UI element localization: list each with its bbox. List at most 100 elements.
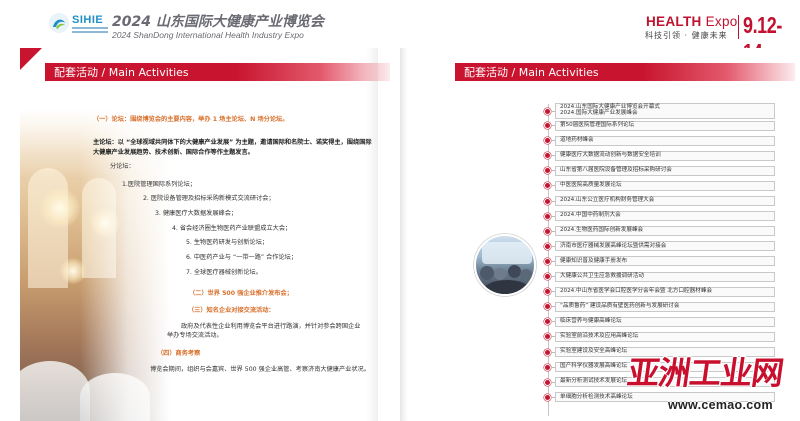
section-2-heading: （二）世界 500 强企业推介发布会； (189, 290, 293, 297)
timeline-item-box: 2024.生物医药国际创新发展峰会 (555, 226, 775, 237)
timeline-item-box: “品质鲁药” 建设品质有壁医药创新与发展研讨会 (555, 301, 775, 312)
timeline-item-label: 2024.国际大健康产业发展峰会 (560, 110, 638, 116)
timeline-item: 临床营养与健康高峰论坛 (544, 316, 775, 327)
timeline-dot-icon (544, 197, 551, 205)
timeline-item-box: 健康知识普及健康手册发布 (555, 256, 775, 267)
watermark-cn: 亚洲工业网 (625, 354, 786, 392)
section-title-right: 配套活动 / Main Activities (464, 66, 599, 79)
timeline-dot-icon (544, 318, 551, 326)
section-4-heading: （四）商务考察 (157, 350, 201, 357)
sub-forum-item: 1.医院管理国际系列论坛； (122, 181, 196, 188)
timeline-dot-icon (544, 167, 551, 175)
timeline-item-label: 济南市医疗器械发展高峰论坛暨供需对接会 (560, 242, 667, 249)
timeline-item-label: 实验室建设及安全高峰论坛 (560, 348, 628, 355)
timeline-item: “品质鲁药” 建设品质有壁医药创新与发展研讨会 (544, 301, 775, 312)
timeline-item: 2024.中山东省医学会口腔医学分会年会暨 北方口腔器材峰会 (544, 286, 775, 297)
main-forum-line1: 主论坛：以 “全球视域共同体下的大健康产业发展” 为主题，邀请国际和名院士、诺奖… (93, 139, 372, 146)
timeline-item: 2024.山东公立医疗机构财务管理大会 (544, 196, 775, 206)
section-title-left: 配套活动 / Main Activities (54, 66, 189, 79)
timeline-item-label: 中医医院高质量发展论坛 (560, 182, 622, 189)
timeline-item: 济南市医疗器械发展高峰论坛暨供需对接会 (544, 241, 775, 252)
sihie-logo-icon (49, 13, 69, 33)
timeline-item-label: “品质鲁药” 建设品质有壁医药创新与发展研讨会 (560, 302, 680, 309)
timeline-dot-icon (544, 212, 551, 220)
section-3-heading: （三）知名企业对接交流活动： (188, 307, 275, 314)
timeline-dot-icon (544, 303, 551, 311)
timeline-item: 健康医疗大数据流动创新与数据安全培训 (544, 150, 775, 161)
sub-forum-item: 5. 生物医药研发与创新论坛； (186, 239, 269, 246)
health-word: HEALTH (646, 14, 702, 29)
timeline-item-box: 中医医院高质量发展论坛 (555, 180, 775, 191)
red-corner-decoration (20, 48, 42, 74)
section-4-text: 博览会期间，组织与会嘉宾、世界 500 强企业高管、考察济南大健康产业状况。 (150, 366, 370, 373)
timeline-item-label: 最新分析测试技术发展论坛 (560, 378, 628, 385)
timeline-item: 2024.生物医药国际创新发展峰会 (544, 226, 775, 237)
section-title-band-left: 配套活动 / Main Activities (45, 63, 390, 81)
timeline-item-box: 2024.山东国际大健康产业博览会开幕式 2024.国际大健康产业发展峰会 (555, 103, 775, 119)
timeline-item-label: 临床营养与健康高峰论坛 (560, 318, 622, 324)
expo-title-en: 2024 ShanDong International Health Indus… (112, 30, 304, 40)
timeline-item-label: 健康医疗大数据流动创新与数据安全培训 (560, 151, 661, 158)
timeline-dot-icon (544, 137, 551, 145)
expo-title-cn: 2024 山东国际大健康产业博览会 (112, 14, 324, 30)
timeline-dot-icon (544, 257, 551, 265)
forum-heading: （一）论坛：围绕博览会的主要内容，举办 1 场主论坛、N 场分论坛。 (93, 116, 289, 123)
timeline-item: 2024.中国中药制剂大会 (544, 211, 775, 222)
timeline-dot-icon (544, 363, 551, 371)
timeline-item: 山东省第八届医院设备管理及招标采购研讨会 (544, 165, 775, 176)
timeline-item-box: 临床营养与健康高峰论坛 (555, 316, 775, 327)
header-divider (738, 15, 739, 39)
timeline-item-label: 健康知识普及健康手册发布 (560, 257, 628, 264)
timeline-item-box: 实验室前沿技术及应用高峰论坛 (555, 331, 775, 342)
timeline-item-label: 2024.中国中药制剂大会 (560, 212, 621, 219)
section-3-text-line1: 政府及代表性企业利用博览会平台进行路演，并针对参会跨国企业 (181, 323, 361, 330)
timeline-item: 2024.山东国际大健康产业博览会开幕式 2024.国际大健康产业发展峰会 (544, 103, 775, 119)
timeline-item-box: 大健康公共卫生应急救援调研活动 (555, 271, 775, 282)
timeline-item: 健康知识普及健康手册发布 (544, 256, 775, 267)
timeline-dot-icon (544, 122, 551, 129)
timeline-dot-icon (544, 242, 551, 250)
main-forum-line2: 大健康产业发展趋势、技术创新、国际合作等作主题发言。 (93, 149, 254, 156)
timeline-item: 中医医院高质量发展论坛 (544, 180, 775, 191)
timeline-dot-icon (544, 348, 551, 356)
timeline-item-label: 道地药材峰会 (560, 136, 594, 143)
timeline-dot-icon (544, 288, 551, 296)
expo-slogan: 科技引领 · 健康未来 (645, 31, 728, 40)
timeline-item-box: 道地药材峰会 (555, 135, 775, 146)
sub-forum-item: 2. 医院设备管理及招标采购新模式交流研讨会； (143, 195, 275, 202)
sub-forum-item: 7. 全球医疗器械创新论坛。 (186, 269, 262, 276)
exhibition-crowd-photo (474, 234, 536, 296)
timeline-dot-icon (544, 393, 551, 401)
timeline-item: 道地药材峰会 (544, 135, 775, 146)
timeline-item-label: 单细胞分析检测技术高峰论坛 (560, 393, 633, 400)
section-3-text-line2: 举办专场交流活动。 (167, 332, 223, 339)
health-expo-brand: HEALTH Expo (646, 14, 738, 29)
timeline-dot-icon (544, 182, 551, 190)
book-spine (400, 48, 408, 421)
section-title-band-right: 配套活动 / Main Activities (455, 63, 795, 81)
timeline-item-label: 实验室前沿技术及应用高峰论坛 (560, 333, 639, 340)
watermark-url: www.cemao.com (668, 398, 773, 412)
timeline-dot-icon (544, 273, 551, 280)
timeline-item-box: 2024.中国中药制剂大会 (555, 211, 775, 222)
timeline-item-box: 第50届医院管理国际系列论坛 (555, 120, 775, 131)
timeline-item-label: 大健康公共卫生应急救援调研活动 (560, 272, 644, 279)
timeline-item: 实验室前沿技术及应用高峰论坛 (544, 331, 775, 342)
sub-forum-item: 4. 省会经济圈生物医药产业联盟成立大会； (172, 225, 292, 232)
logo-subtext-lines (72, 27, 108, 34)
sub-forum-title: 分论坛： (110, 163, 135, 170)
timeline-item-box: 健康医疗大数据流动创新与数据安全培训 (555, 150, 775, 161)
timeline-item-box: 济南市医疗器械发展高峰论坛暨供需对接会 (555, 241, 775, 252)
timeline-item: 大健康公共卫生应急救援调研活动 (544, 271, 775, 282)
timeline-item-label: 2024.山东公立医疗机构财务管理大会 (560, 197, 655, 204)
timeline-item-label: 2024.中山东省医学会口腔医学分会年会暨 北方口腔器材峰会 (560, 287, 713, 294)
timeline-dot-icon (544, 333, 551, 341)
timeline-item-box: 2024.山东公立医疗机构财务管理大会 (555, 196, 775, 206)
timeline-dot-icon (544, 152, 551, 160)
timeline-item-label: 第50届医院管理国际系列论坛 (560, 121, 635, 128)
timeline-item-box: 山东省第八届医院设备管理及招标采购研讨会 (555, 165, 775, 176)
timeline-dot-icon (544, 227, 551, 235)
timeline-dot-icon (544, 378, 551, 386)
timeline-item-label: 2024.生物医药国际创新发展峰会 (560, 227, 644, 234)
logo-wordmark: SIHIE (72, 14, 104, 26)
